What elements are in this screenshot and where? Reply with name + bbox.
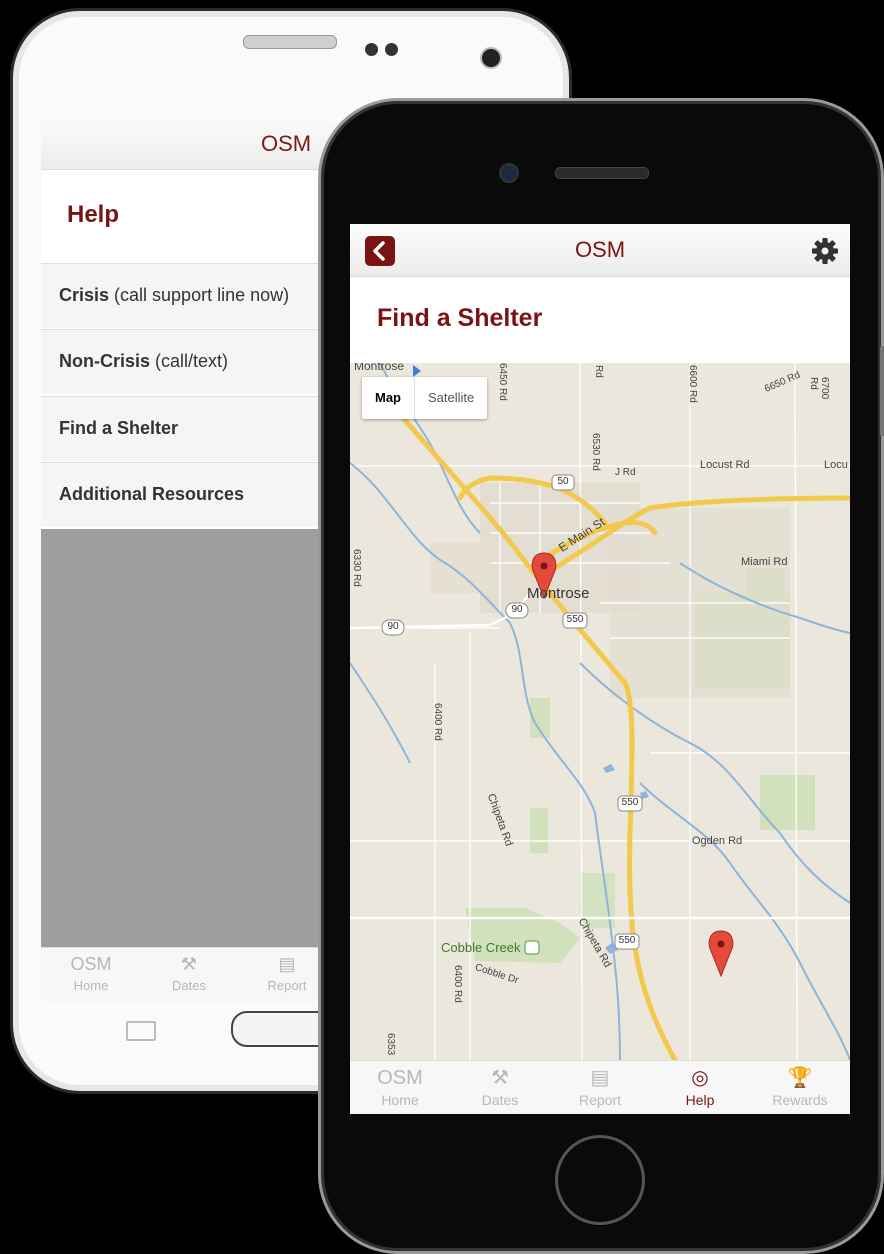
tab-label: Rewards [772, 1092, 828, 1108]
tab-rewards[interactable]: 🏆 Rewards [750, 1061, 850, 1108]
osm-logo: OSM [377, 1067, 423, 1089]
tab-dates[interactable]: ⚒ Dates [139, 948, 239, 993]
front-camera [499, 163, 519, 183]
tab-label: Help [685, 1092, 715, 1108]
map-label-park: Cobble Creek [441, 940, 521, 955]
tab-label: Dates [172, 978, 206, 993]
menu-item-label: Crisis [59, 285, 110, 305]
map-label-street: Miami Rd [741, 556, 788, 568]
app-header: OSM [350, 224, 850, 277]
shelter-map[interactable]: Montrose Montrose E Main St Locust Rd Lo… [350, 363, 850, 1060]
iphone: OSM Find a Shelter Montrose Montrose E M… [318, 98, 884, 1254]
map-label-street: J Rd [615, 467, 636, 478]
map-label-street: 6353 [385, 1033, 396, 1056]
tab-label: Report [578, 1092, 622, 1108]
menu-item-label: Non-Crisis [59, 351, 151, 371]
map-label-street: Rd [593, 365, 604, 378]
highway-shield-90: 90 [511, 604, 523, 615]
map-label-street: Locu [824, 459, 848, 471]
gavel-icon: ⚒ [180, 954, 198, 974]
tab-bar: OSM Home ⚒ Dates ▤ Report ◎ Help 🏆 Rewar… [350, 1060, 850, 1114]
map-label-street: 6400 Rd [452, 965, 463, 1003]
speaker-grille [243, 35, 337, 49]
tab-report[interactable]: ▤ Report [550, 1061, 650, 1108]
menu-item-sublabel: (call support line now) [109, 285, 290, 305]
map-label-street: 6700 Rd [808, 377, 830, 400]
tab-label: Home [73, 978, 109, 993]
tab-label: Dates [481, 1092, 519, 1108]
map-label-street: 6600 Rd [687, 365, 698, 403]
chevron-left-icon [373, 241, 385, 261]
osm-logo: OSM [70, 954, 112, 974]
map-label-street: Ogden Rd [692, 835, 743, 847]
front-camera [480, 47, 502, 69]
menu-item-sublabel: (call/text) [150, 351, 229, 371]
highway-shield-550: 550 [566, 614, 584, 625]
recent-apps-icon[interactable] [126, 1021, 156, 1041]
app-title: OSM [574, 237, 626, 262]
highway-shield-50: 50 [557, 476, 569, 487]
document-icon: ▤ [590, 1067, 610, 1089]
trophy-icon: 🏆 [787, 1067, 813, 1089]
highway-shield-90: 90 [387, 621, 399, 632]
tab-label: Report [267, 978, 307, 993]
sensor-dot [365, 43, 378, 56]
map-type-satellite-button[interactable]: Satellite [415, 377, 487, 419]
settings-button[interactable] [810, 236, 840, 266]
back-button[interactable] [365, 236, 395, 266]
tab-help[interactable]: ◎ Help [650, 1061, 750, 1108]
highway-shield-550: 550 [621, 797, 639, 808]
map-type-map-button[interactable]: Map [362, 377, 415, 419]
tab-label: Home [381, 1092, 419, 1108]
tab-home[interactable]: OSM Home [350, 1061, 450, 1108]
map-label-city: Montrose [527, 585, 590, 602]
lifebuoy-icon: ◎ [691, 1067, 709, 1089]
map-label-street: Locust Rd [700, 459, 750, 471]
gavel-icon: ⚒ [491, 1067, 509, 1089]
iphone-screen: OSM Find a Shelter Montrose Montrose E M… [350, 224, 850, 1114]
map-label-street: 6400 Rd [432, 703, 443, 741]
highway-shield-550: 550 [618, 935, 636, 946]
tab-home[interactable]: OSM Home [41, 948, 141, 993]
tab-dates[interactable]: ⚒ Dates [450, 1061, 550, 1108]
map-label-street: 6530 Rd [590, 433, 601, 471]
app-title: OSM [261, 131, 312, 156]
map-label-street: 6450 Rd [497, 363, 508, 401]
page-title: Find a Shelter [377, 304, 543, 332]
page-title: Help [67, 201, 120, 228]
menu-item-label: Additional Resources [59, 484, 245, 504]
home-hardware-button[interactable] [555, 1135, 645, 1225]
side-button [880, 346, 884, 436]
map-type-toggle: Map Satellite [362, 377, 488, 419]
sensor-dot [385, 43, 398, 56]
map-label-place: Montrose [354, 363, 405, 373]
gear-icon [812, 238, 838, 264]
menu-item-label: Find a Shelter [59, 418, 179, 438]
map-label-street: 6330 Rd [351, 549, 362, 587]
earpiece-speaker [555, 167, 649, 179]
